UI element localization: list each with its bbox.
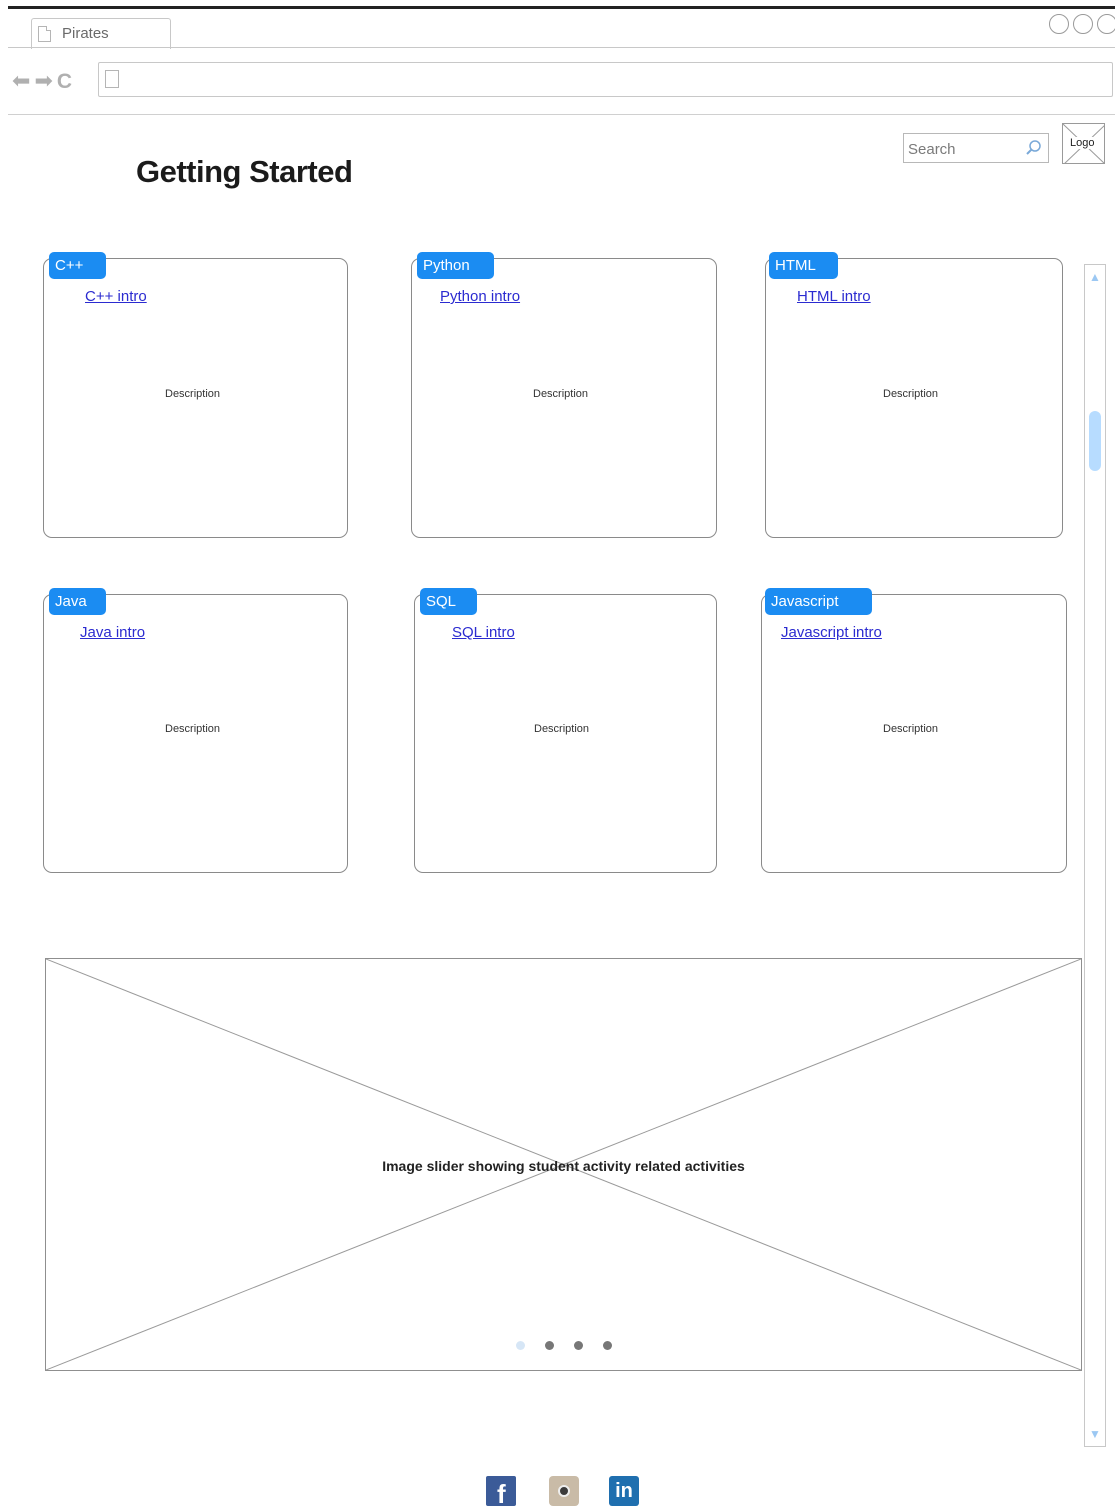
tab-strip-divider <box>8 47 1115 48</box>
card-link[interactable]: SQL intro <box>452 624 515 641</box>
card-tag: Python <box>417 252 494 279</box>
facebook-icon[interactable]: f <box>486 1476 516 1506</box>
chrome-divider <box>8 114 1115 115</box>
window-control-icon[interactable] <box>1049 14 1069 34</box>
course-card-html: HTML HTML intro Description <box>765 252 1063 538</box>
card-tag: HTML <box>769 252 838 279</box>
page-icon <box>38 26 51 42</box>
logo[interactable]: Logo <box>1062 123 1105 164</box>
facebook-glyph: f <box>497 1479 506 1506</box>
vertical-scrollbar[interactable]: ▲ ▼ <box>1084 264 1106 1447</box>
card-description: Description <box>165 388 221 400</box>
course-card-javascript: Javascript Javascript intro Description <box>761 588 1067 873</box>
instagram-lens <box>558 1485 570 1497</box>
slider-dot[interactable] <box>516 1341 525 1350</box>
card-tag: C++ <box>49 252 106 279</box>
forward-arrow-icon[interactable]: ➡ <box>34 70 52 92</box>
window-control-icon[interactable] <box>1073 14 1093 34</box>
logo-text: Logo <box>1069 137 1096 149</box>
browser-tab[interactable]: Pirates <box>31 18 171 49</box>
slider-dot[interactable] <box>545 1341 554 1350</box>
card-link[interactable]: C++ intro <box>85 288 147 305</box>
course-card-sql: SQL SQL intro Description <box>414 588 717 873</box>
card-tag: SQL <box>420 588 477 615</box>
linkedin-icon[interactable]: in <box>609 1476 639 1506</box>
slider-pagination <box>516 1341 616 1353</box>
card-link[interactable]: Java intro <box>80 624 145 641</box>
slider-caption: Image slider showing student activity re… <box>382 1158 745 1174</box>
instagram-icon[interactable] <box>549 1476 579 1506</box>
card-description: Description <box>883 723 939 735</box>
card-tag: Javascript <box>765 588 872 615</box>
card-link[interactable]: HTML intro <box>797 288 871 305</box>
page-title: Getting Started <box>136 154 353 189</box>
course-card-python: Python Python intro Description <box>411 252 717 538</box>
card-link[interactable]: Javascript intro <box>781 624 882 641</box>
page-icon <box>105 70 119 88</box>
slider-dot[interactable] <box>574 1341 583 1350</box>
window-top-border <box>8 6 1115 9</box>
image-slider[interactable]: Image slider showing student activity re… <box>45 958 1082 1371</box>
search-box[interactable] <box>903 133 1049 163</box>
address-bar[interactable] <box>98 62 1113 97</box>
card-description: Description <box>534 723 590 735</box>
scroll-down-arrow-icon[interactable]: ▼ <box>1087 1426 1103 1442</box>
back-arrow-icon[interactable]: ⬅ <box>12 70 30 92</box>
reload-icon[interactable]: C <box>57 71 72 92</box>
card-link[interactable]: Python intro <box>440 288 520 305</box>
search-input[interactable] <box>908 139 1026 159</box>
tab-title: Pirates <box>62 25 109 42</box>
scroll-thumb[interactable] <box>1089 411 1101 471</box>
scroll-up-arrow-icon[interactable]: ▲ <box>1087 269 1103 285</box>
card-tag: Java <box>49 588 106 615</box>
slider-dot[interactable] <box>603 1341 612 1350</box>
window-control-icon[interactable] <box>1097 14 1115 34</box>
course-card-cpp: C++ C++ intro Description <box>43 252 348 538</box>
window-controls <box>1049 14 1115 36</box>
card-description: Description <box>883 388 939 400</box>
browser-nav: ⬅ ➡ C <box>12 67 72 95</box>
card-description: Description <box>165 723 221 735</box>
search-icon[interactable] <box>1023 138 1043 158</box>
course-card-java: Java Java intro Description <box>43 588 348 873</box>
card-description: Description <box>533 388 589 400</box>
